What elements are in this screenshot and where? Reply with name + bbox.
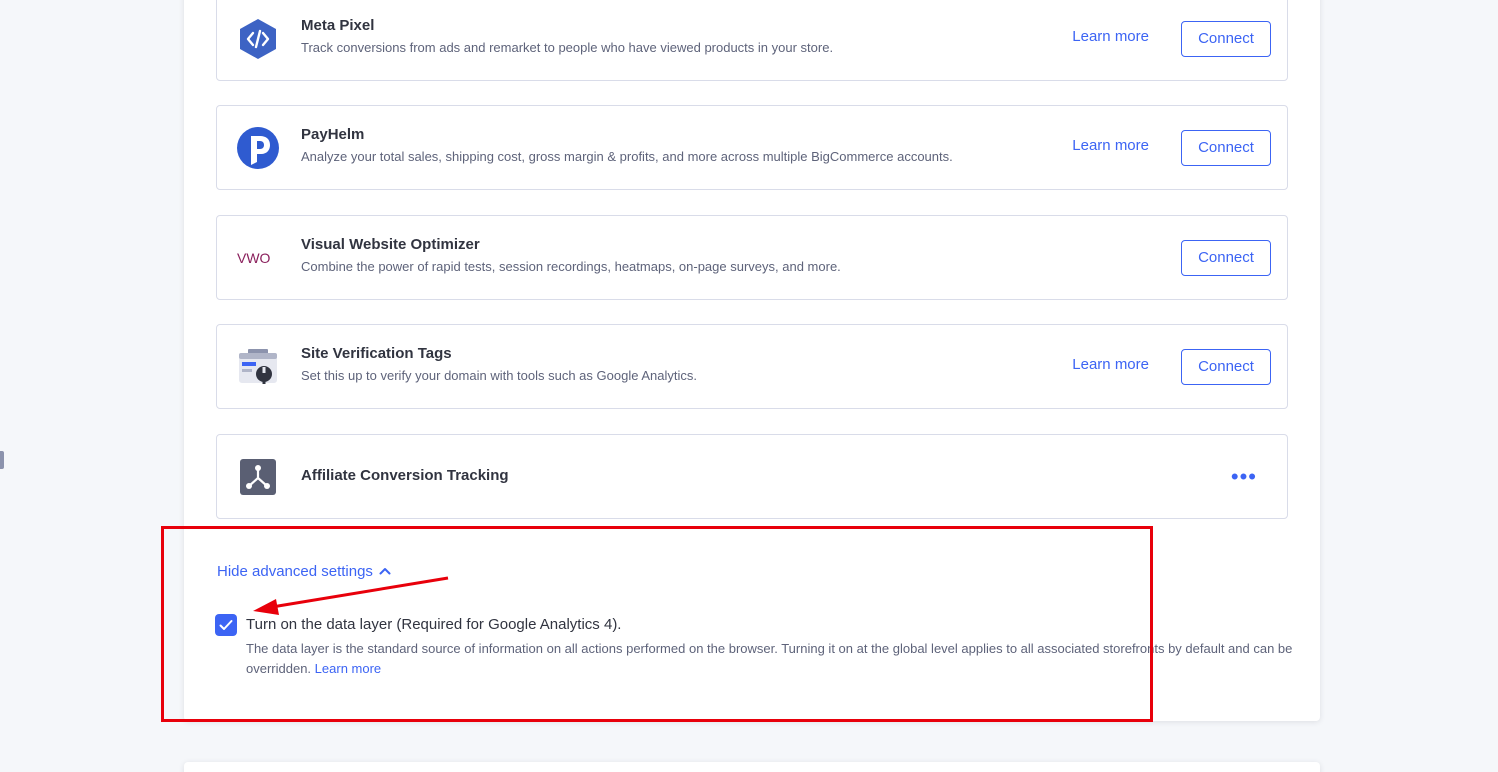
integration-card-payhelm: PayHelm Analyze your total sales, shippi… (216, 105, 1288, 190)
connect-button[interactable]: Connect (1181, 348, 1271, 385)
affiliate-network-icon (237, 456, 279, 498)
connect-button[interactable]: Connect (1181, 239, 1271, 276)
integration-card-site-verification: Site Verification Tags Set this up to ve… (216, 324, 1288, 409)
more-options-icon[interactable]: ••• (1231, 465, 1257, 488)
vwo-logo: VWO (237, 237, 279, 279)
data-layer-checkbox[interactable] (215, 614, 237, 636)
integration-title: Visual Website Optimizer (301, 236, 480, 253)
integration-description: Track conversions from ads and remarket … (301, 40, 834, 55)
site-verification-icon (237, 346, 279, 388)
hide-advanced-settings-label: Hide advanced settings (217, 563, 373, 580)
learn-more-link[interactable]: Learn more (1072, 137, 1149, 154)
side-panel-handle[interactable] (0, 451, 4, 469)
integration-title: Affiliate Conversion Tracking (301, 467, 509, 484)
integration-description: Set this up to verify your domain with t… (301, 368, 697, 383)
code-hexagon-icon (237, 18, 279, 60)
integration-card-vwo: VWO Visual Website Optimizer Combine the… (216, 215, 1288, 300)
data-layer-checkbox-label[interactable]: Turn on the data layer (Required for Goo… (246, 616, 621, 633)
integration-title: Meta Pixel (301, 17, 375, 34)
connect-button[interactable]: Connect (1181, 20, 1271, 57)
svg-text:VWO: VWO (237, 250, 271, 266)
hide-advanced-settings-link[interactable]: Hide advanced settings (217, 563, 391, 580)
checkmark-icon (219, 620, 233, 630)
data-layer-learn-more-link[interactable]: Learn more (315, 661, 381, 676)
data-layer-help-text: The data layer is the standard source of… (246, 639, 1296, 679)
payhelm-p-icon (237, 126, 279, 169)
learn-more-link[interactable]: Learn more (1072, 356, 1149, 373)
integration-title: Site Verification Tags (301, 345, 452, 362)
integration-title: PayHelm (301, 126, 365, 143)
connect-button[interactable]: Connect (1181, 129, 1271, 166)
data-layer-description: The data layer is the standard source of… (246, 641, 1293, 676)
chevron-up-icon (379, 563, 391, 580)
integration-card-affiliate-tracking: Affiliate Conversion Tracking ••• (216, 434, 1288, 519)
integration-card-meta-pixel: Meta Pixel Track conversions from ads an… (216, 0, 1288, 81)
integration-description: Combine the power of rapid tests, sessio… (301, 259, 841, 274)
integration-description: Analyze your total sales, shipping cost,… (301, 149, 953, 164)
next-panel (184, 762, 1320, 772)
learn-more-link[interactable]: Learn more (1072, 28, 1149, 45)
